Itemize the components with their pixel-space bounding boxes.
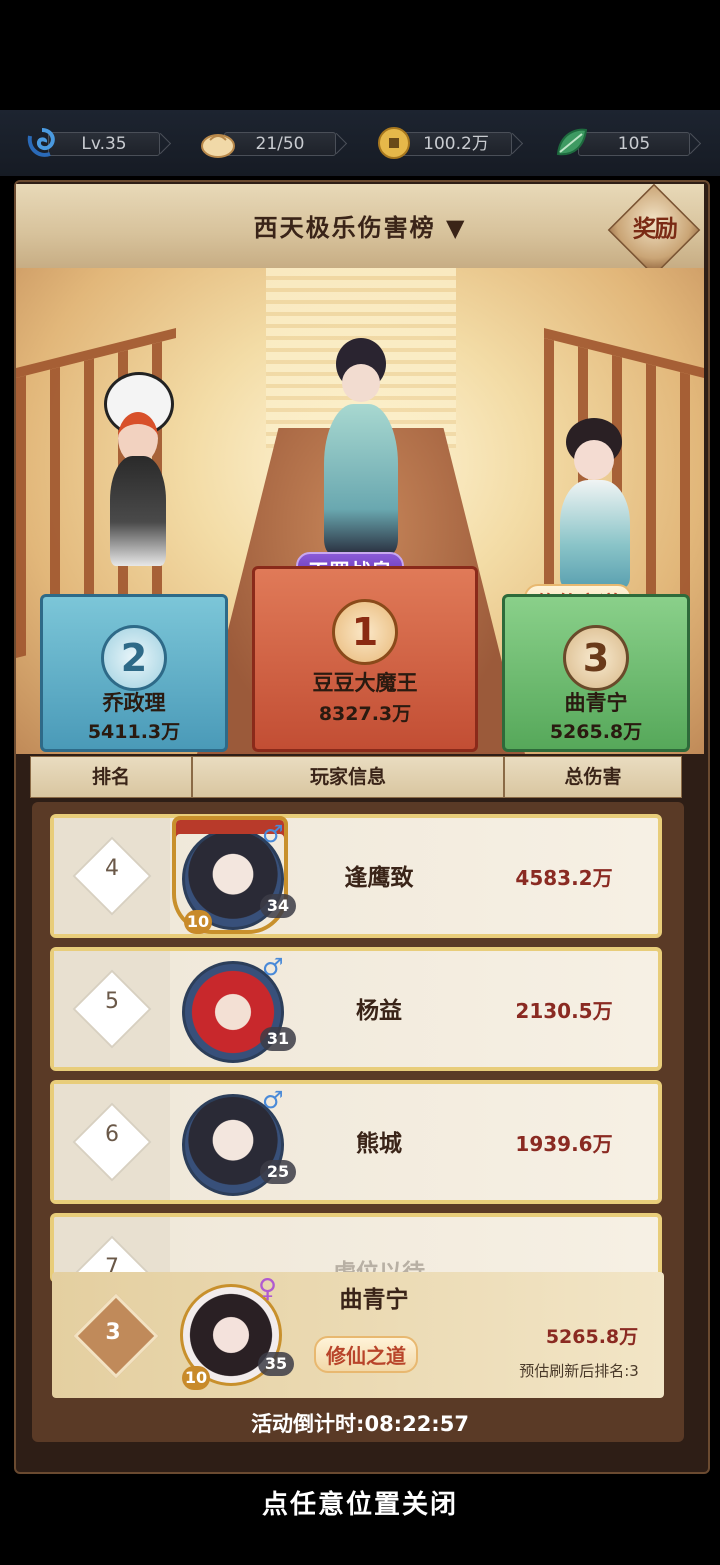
header-player-info: 玩家信息 bbox=[309, 766, 386, 788]
my-name: 曲青宁 bbox=[339, 1287, 409, 1313]
my-title-badge: 修仙之道 bbox=[314, 1336, 418, 1373]
podium-third[interactable]: 3 曲青宁 5265.8万 bbox=[502, 594, 690, 752]
leaderboard-header: 西天极乐伤害榜 ▼ bbox=[16, 184, 704, 271]
header-rank: 排名 bbox=[91, 766, 130, 788]
my-rank-row[interactable]: 3 ♀ 10 35 曲青宁 修仙之道 5265.8万 预估刷新后排名:3 bbox=[52, 1272, 664, 1398]
vip-badge: 10 bbox=[182, 1366, 210, 1390]
podium-first[interactable]: 1 豆豆大魔王 8327.3万 bbox=[252, 566, 478, 752]
character-body bbox=[560, 480, 630, 588]
female-icon: ♀ bbox=[258, 1274, 278, 1304]
table-row[interactable]: 5 ♂ 31 杨益 2130.5万 bbox=[50, 947, 662, 1071]
coin-icon bbox=[378, 127, 410, 159]
character-first-place[interactable] bbox=[306, 338, 416, 588]
close-hint[interactable]: 点任意位置关闭 bbox=[0, 1484, 720, 1521]
stamina-value: 21/50 bbox=[224, 132, 336, 156]
third-place-damage: 5265.8万 bbox=[549, 721, 643, 743]
leaf-icon bbox=[556, 128, 588, 156]
podium-second[interactable]: 2 乔政理 5411.3万 bbox=[40, 594, 228, 752]
coins-value: 100.2万 bbox=[400, 132, 512, 156]
male-icon: ♂ bbox=[262, 953, 284, 981]
third-place-name: 曲青宁 bbox=[564, 691, 628, 715]
player-damage: 2130.5万 bbox=[515, 999, 613, 1023]
table-header: 排名 玩家信息 总伤害 bbox=[30, 756, 682, 798]
row-rank: 6 bbox=[105, 1122, 119, 1147]
character-second-place[interactable] bbox=[86, 372, 186, 592]
rank-2-badge: 2 bbox=[101, 625, 167, 691]
level-value: Lv.35 bbox=[48, 132, 160, 156]
player-level: 34 bbox=[260, 894, 296, 918]
character-body bbox=[110, 456, 166, 566]
vip-badge: 10 bbox=[184, 910, 212, 934]
event-countdown: 活动倒计时:08:22:57 bbox=[251, 1412, 469, 1436]
table-row[interactable]: 4 ♂ 10 34 逢鹰致 4583.2万 bbox=[50, 814, 662, 938]
player-name: 杨益 bbox=[356, 998, 402, 1024]
estimated-rank: 预估刷新后排名:3 bbox=[519, 1362, 639, 1380]
bun-icon bbox=[201, 134, 235, 158]
character-body bbox=[324, 404, 398, 554]
swirl-icon bbox=[27, 128, 55, 157]
character-third-place[interactable] bbox=[544, 418, 644, 598]
podium-scene: 天罡战皇 修仙之道 2 乔政理 5411.3万 1 豆豆大魔王 8327.3万 … bbox=[16, 268, 704, 754]
my-damage: 5265.8万 bbox=[545, 1326, 639, 1348]
rank-1-badge: 1 bbox=[332, 599, 398, 665]
player-level: 25 bbox=[260, 1160, 296, 1184]
header-total-damage: 总伤害 bbox=[564, 766, 622, 788]
first-place-damage: 8327.3万 bbox=[318, 703, 412, 725]
leaderboard-selector[interactable]: 西天极乐伤害榜 ▼ bbox=[16, 208, 704, 243]
player-level: 31 bbox=[260, 1027, 296, 1051]
player-name: 熊城 bbox=[356, 1131, 402, 1157]
character-face bbox=[342, 364, 380, 402]
row-rank: 5 bbox=[105, 989, 119, 1014]
status-area bbox=[0, 0, 720, 110]
table-row[interactable]: 6 ♂ 25 熊城 1939.6万 bbox=[50, 1080, 662, 1204]
character-face bbox=[574, 440, 614, 480]
resource-bar: Lv.35 21/50 100.2万 105 bbox=[0, 110, 720, 176]
rank-3-badge: 3 bbox=[563, 625, 629, 691]
player-damage: 4583.2万 bbox=[515, 866, 613, 890]
male-icon: ♂ bbox=[262, 820, 284, 848]
row-rank: 4 bbox=[105, 856, 119, 881]
player-damage: 1939.6万 bbox=[515, 1132, 613, 1156]
second-place-damage: 5411.3万 bbox=[87, 721, 181, 743]
second-place-name: 乔政理 bbox=[102, 691, 166, 715]
first-place-name: 豆豆大魔王 bbox=[312, 671, 418, 695]
reward-label: 奖励 bbox=[632, 215, 677, 243]
jade-value: 105 bbox=[578, 132, 690, 156]
player-name: 逢鹰致 bbox=[344, 865, 414, 891]
my-level: 35 bbox=[258, 1352, 294, 1376]
my-rank: 3 bbox=[105, 1320, 121, 1345]
male-icon: ♂ bbox=[262, 1086, 284, 1114]
